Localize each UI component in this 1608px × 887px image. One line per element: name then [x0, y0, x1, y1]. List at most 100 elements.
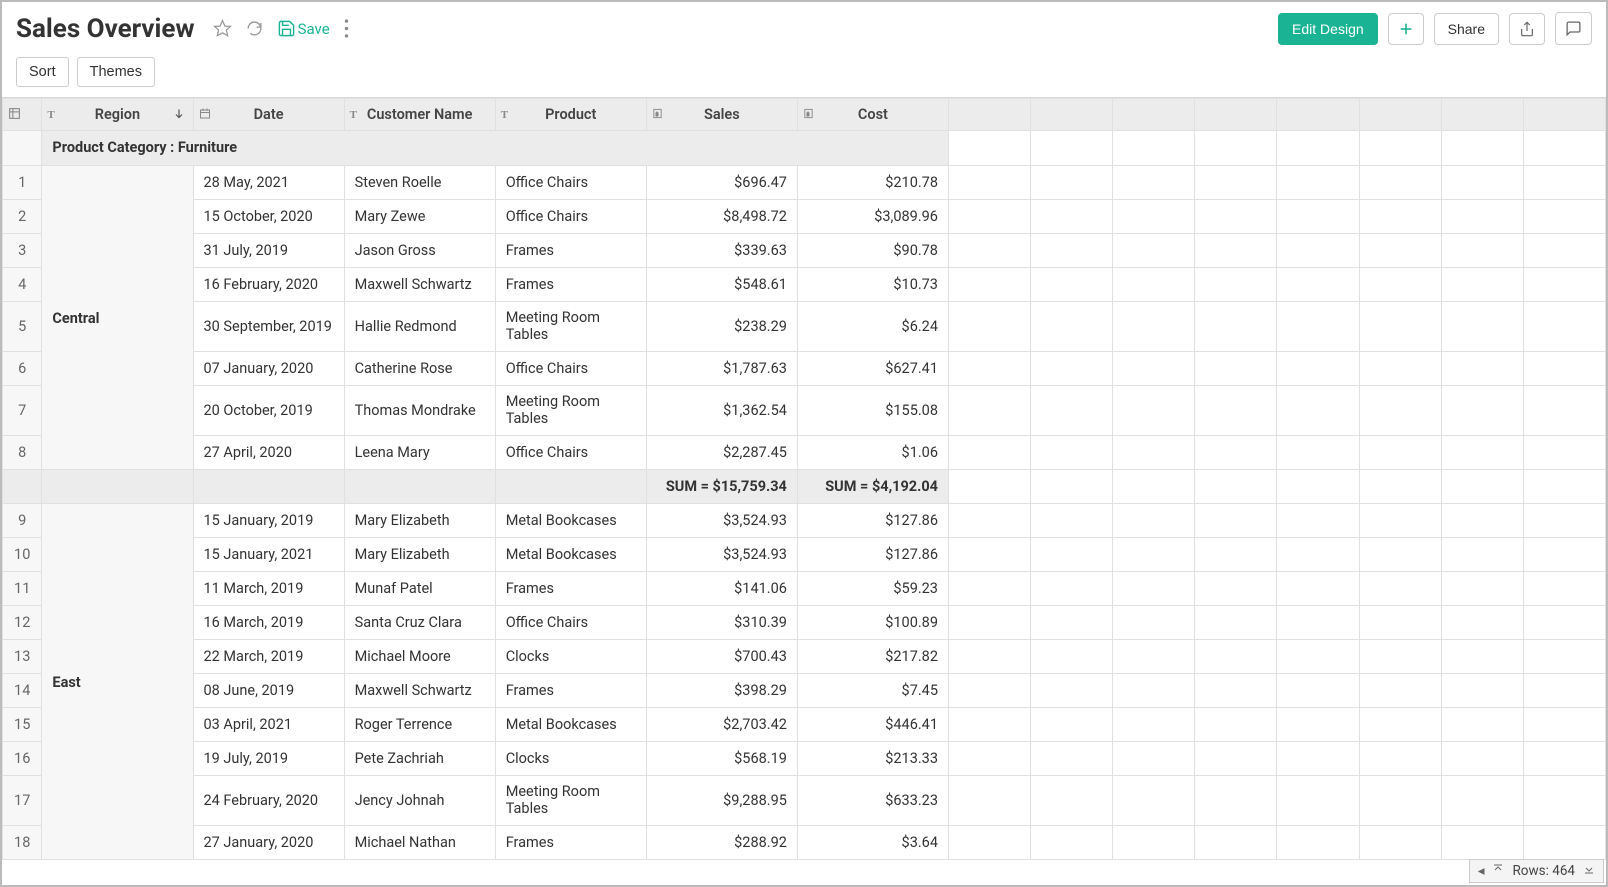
customer-cell: Mary Zewe	[344, 199, 495, 233]
refresh-icon[interactable]	[246, 20, 263, 37]
date-cell: 27 January, 2020	[193, 825, 344, 859]
blank-cell	[1195, 469, 1277, 503]
blank-cell	[1523, 131, 1605, 166]
table-row[interactable]: 17 24 February, 2020 Jency Johnah Meetin…	[3, 775, 1606, 825]
themes-button[interactable]: Themes	[77, 57, 155, 87]
product-cell: Frames	[495, 825, 646, 859]
blank-cell	[948, 165, 1030, 199]
scroll-left-icon[interactable]: ◂	[1478, 863, 1485, 879]
blank-cell	[1523, 775, 1605, 825]
blank-cell	[948, 469, 1030, 503]
blank-cell	[1195, 199, 1277, 233]
table-row[interactable]: 11 11 March, 2019 Munaf Patel Frames $14…	[3, 571, 1606, 605]
blank-cell	[1031, 267, 1113, 301]
date-type-icon	[199, 107, 211, 122]
blank-cell	[1031, 435, 1113, 469]
blank-cell	[1113, 435, 1195, 469]
blank-cell	[1031, 351, 1113, 385]
table-row[interactable]: 16 19 July, 2019 Pete Zachriah Clocks $5…	[3, 741, 1606, 775]
product-cell: Metal Bookcases	[495, 503, 646, 537]
more-icon[interactable]	[344, 19, 349, 38]
blank-cell	[1031, 707, 1113, 741]
subtotal-cost: SUM = $4,192.04	[797, 469, 948, 503]
col-product[interactable]: TProduct	[495, 99, 646, 131]
blank-cell	[1523, 673, 1605, 707]
scroll-bottom-icon[interactable]	[1583, 863, 1595, 879]
rownum-cell: 12	[3, 605, 42, 639]
product-cell: Frames	[495, 233, 646, 267]
blank-cell	[948, 571, 1030, 605]
customer-cell: Roger Terrence	[344, 707, 495, 741]
blank-cell	[1031, 673, 1113, 707]
blank-cell	[1441, 435, 1523, 469]
blank-cell	[1113, 707, 1195, 741]
table-row[interactable]: 9 East 15 January, 2019 Mary Elizabeth M…	[3, 503, 1606, 537]
blank-cell	[1441, 233, 1523, 267]
blank-cell	[1359, 469, 1441, 503]
subtotal-lead	[42, 469, 193, 503]
rownum-header[interactable]	[3, 99, 42, 131]
blank-cell	[948, 301, 1030, 351]
table-row[interactable]: 7 20 October, 2019 Thomas Mondrake Meeti…	[3, 385, 1606, 435]
export-icon[interactable]	[1509, 13, 1545, 45]
blank-cell	[1277, 469, 1359, 503]
col-date[interactable]: Date	[193, 99, 344, 131]
table-row[interactable]: 10 15 January, 2021 Mary Elizabeth Metal…	[3, 537, 1606, 571]
col-customer[interactable]: TCustomer Name	[344, 99, 495, 131]
blank-cell	[1195, 673, 1277, 707]
blank-cell	[1441, 165, 1523, 199]
product-cell: Metal Bookcases	[495, 537, 646, 571]
blank-cell	[1359, 605, 1441, 639]
table-row[interactable]: 14 08 June, 2019 Maxwell Schwartz Frames…	[3, 673, 1606, 707]
blank-cell	[1359, 503, 1441, 537]
blank-cell	[1113, 385, 1195, 435]
blank-cell	[1195, 301, 1277, 351]
scroll-top-icon[interactable]	[1492, 863, 1504, 879]
blank-cell	[1359, 199, 1441, 233]
blank-cell	[1113, 469, 1195, 503]
customer-cell: Munaf Patel	[344, 571, 495, 605]
table-row[interactable]: 15 03 April, 2021 Roger Terrence Metal B…	[3, 707, 1606, 741]
share-button[interactable]: Share	[1434, 13, 1499, 45]
blank-cell	[1113, 673, 1195, 707]
table-row[interactable]: 12 16 March, 2019 Santa Cruz Clara Offic…	[3, 605, 1606, 639]
cost-cell: $217.82	[797, 639, 948, 673]
comment-icon[interactable]	[1555, 12, 1592, 45]
blank-cell	[1359, 165, 1441, 199]
edit-design-button[interactable]: Edit Design	[1278, 13, 1378, 45]
table-row[interactable]: 6 07 January, 2020 Catherine Rose Office…	[3, 351, 1606, 385]
add-button[interactable]	[1388, 13, 1424, 45]
blank-cell	[1441, 639, 1523, 673]
table-row[interactable]: 5 30 September, 2019 Hallie Redmond Meet…	[3, 301, 1606, 351]
product-cell: Frames	[495, 673, 646, 707]
sort-button[interactable]: Sort	[16, 57, 69, 87]
blank-cell	[1441, 199, 1523, 233]
customer-cell: Mary Elizabeth	[344, 537, 495, 571]
table-row[interactable]: 1 Central 28 May, 2021 Steven Roelle Off…	[3, 165, 1606, 199]
group-header-row: Product Category : Furniture	[3, 131, 1606, 166]
blank-cell	[1195, 233, 1277, 267]
customer-cell: Michael Moore	[344, 639, 495, 673]
table-row[interactable]: 13 22 March, 2019 Michael Moore Clocks $…	[3, 639, 1606, 673]
customer-cell: Pete Zachriah	[344, 741, 495, 775]
col-cost[interactable]: $Cost	[797, 99, 948, 131]
col-region[interactable]: TRegion	[42, 99, 193, 131]
star-icon[interactable]	[213, 19, 232, 38]
table-row[interactable]: 8 27 April, 2020 Leena Mary Office Chair…	[3, 435, 1606, 469]
table-row[interactable]: 18 27 January, 2020 Michael Nathan Frame…	[3, 825, 1606, 859]
customer-cell: Mary Elizabeth	[344, 503, 495, 537]
table-row[interactable]: 2 15 October, 2020 Mary Zewe Office Chai…	[3, 199, 1606, 233]
blank-cell	[948, 825, 1030, 859]
blank-cell	[1523, 741, 1605, 775]
date-cell: 07 January, 2020	[193, 351, 344, 385]
table-row[interactable]: 4 16 February, 2020 Maxwell Schwartz Fra…	[3, 267, 1606, 301]
table-row[interactable]: 3 31 July, 2019 Jason Gross Frames $339.…	[3, 233, 1606, 267]
rownum-cell: 15	[3, 707, 42, 741]
col-sales[interactable]: $Sales	[646, 99, 797, 131]
save-button[interactable]: Save	[277, 19, 330, 38]
blank-cell	[948, 775, 1030, 825]
cost-cell: $213.33	[797, 741, 948, 775]
text-type-icon: T	[47, 109, 54, 121]
blank-cell	[1523, 301, 1605, 351]
table-icon	[8, 107, 21, 123]
